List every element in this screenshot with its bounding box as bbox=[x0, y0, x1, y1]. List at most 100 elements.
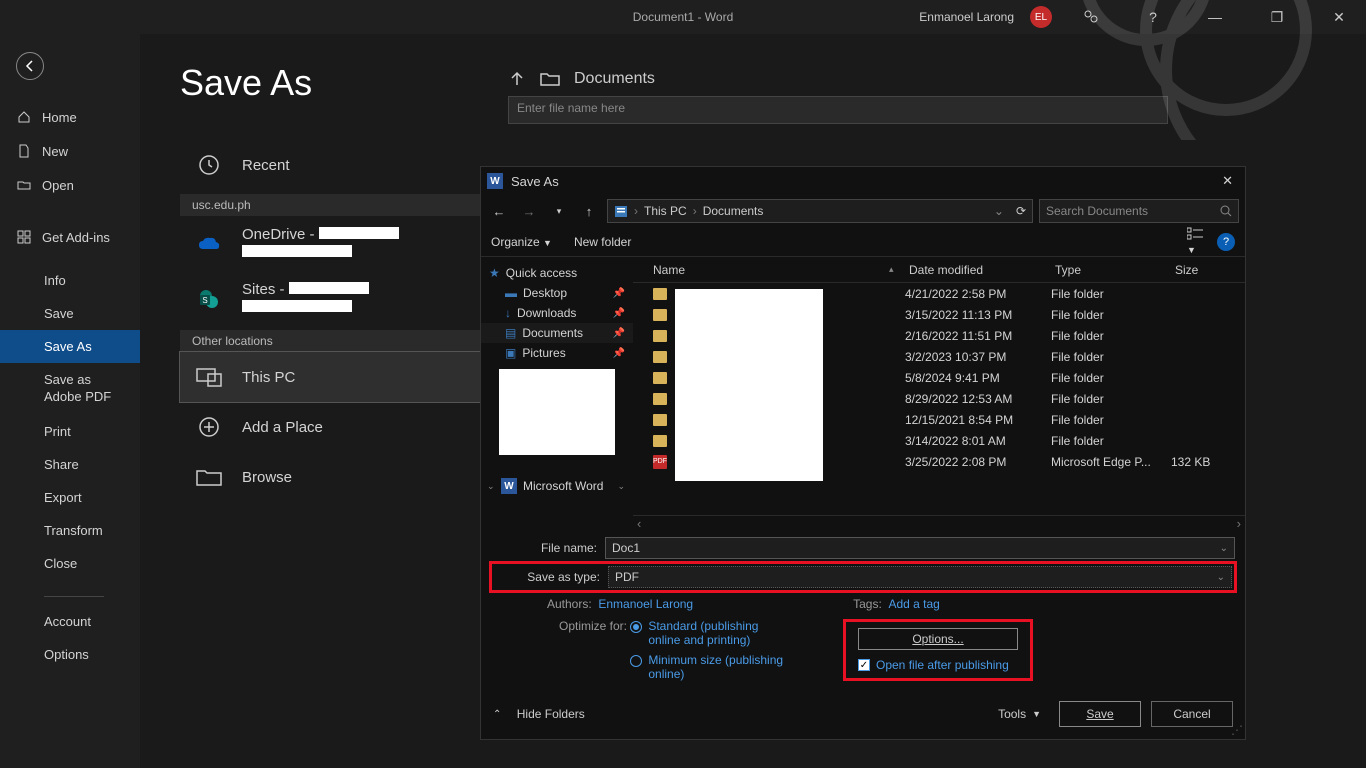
tags-value[interactable]: Add a tag bbox=[888, 597, 939, 611]
nav-new[interactable]: New bbox=[0, 134, 140, 168]
tree-pictures[interactable]: ▣Pictures📌 bbox=[481, 343, 633, 363]
organize-button[interactable]: Organize ▼ bbox=[491, 235, 552, 249]
nav-save-adobe-pdf[interactable]: Save as Adobe PDF bbox=[0, 363, 140, 415]
save-button[interactable]: Save bbox=[1059, 701, 1141, 727]
column-size[interactable]: Size bbox=[1175, 263, 1245, 277]
window-minimize-icon[interactable]: — bbox=[1192, 0, 1238, 34]
nav-label: Save as Adobe PDF bbox=[44, 372, 124, 406]
tree-quick-access[interactable]: ★Quick access bbox=[481, 263, 633, 283]
nav-save[interactable]: Save bbox=[0, 297, 140, 330]
dialog-close-icon[interactable]: ✕ bbox=[1216, 173, 1239, 189]
hide-folders-button[interactable]: ⌃ Hide Folders bbox=[493, 707, 585, 721]
breadcrumb-leaf[interactable]: Documents bbox=[703, 204, 764, 218]
nav-forward-icon[interactable]: → bbox=[517, 199, 541, 223]
column-type[interactable]: Type bbox=[1055, 263, 1175, 277]
tree-label: Downloads bbox=[517, 306, 576, 320]
nav-options[interactable]: Options bbox=[0, 638, 140, 671]
nav-account[interactable]: Account bbox=[0, 605, 140, 638]
tree-pinned-thumbnail[interactable] bbox=[499, 369, 615, 455]
other-locations-header: Other locations bbox=[180, 330, 500, 352]
nav-label: Save As bbox=[44, 339, 92, 354]
nav-label: New bbox=[42, 144, 68, 159]
folder-tree: ★Quick access ▬Desktop📌 ↓Downloads📌 ▤Doc… bbox=[481, 257, 633, 531]
filename-input[interactable]: Enter file name here bbox=[508, 96, 1168, 124]
savetype-field[interactable]: PDF ⌄ bbox=[608, 566, 1232, 588]
tree-microsoft-word[interactable]: ⌄WMicrosoft Word⌄ bbox=[481, 475, 633, 497]
notifications-icon[interactable] bbox=[1068, 0, 1114, 34]
location-sites[interactable]: S Sites - bbox=[180, 271, 500, 326]
addins-icon bbox=[16, 229, 32, 245]
radio-standard[interactable]: Standard (publishing online and printing… bbox=[630, 619, 788, 647]
nav-open[interactable]: Open bbox=[0, 168, 140, 202]
cell-date: 4/21/2022 2:58 PM bbox=[905, 287, 1051, 301]
tree-desktop[interactable]: ▬Desktop📌 bbox=[481, 283, 633, 303]
dialog-help-icon[interactable]: ? bbox=[1217, 233, 1235, 251]
nav-home[interactable]: Home bbox=[0, 100, 140, 134]
user-name[interactable]: Enmanoel Larong bbox=[919, 10, 1014, 24]
cell-type: File folder bbox=[1051, 308, 1171, 322]
cell-date: 2/16/2022 11:51 PM bbox=[905, 329, 1051, 343]
tools-dropdown[interactable]: Tools▼ bbox=[998, 707, 1041, 721]
cancel-button[interactable]: Cancel bbox=[1151, 701, 1233, 727]
nav-info[interactable]: Info bbox=[0, 264, 140, 297]
nav-close[interactable]: Close bbox=[0, 547, 140, 580]
page-title: Save As bbox=[180, 62, 500, 104]
location-this-pc[interactable]: This PC bbox=[180, 352, 500, 402]
location-add-place[interactable]: Add a Place bbox=[180, 402, 500, 452]
breadcrumb-root[interactable]: This PC bbox=[644, 204, 687, 218]
nav-save-as[interactable]: Save As bbox=[0, 330, 140, 363]
chevron-down-icon[interactable]: ⌄ bbox=[994, 204, 1004, 218]
filename-value: Doc1 bbox=[612, 541, 640, 555]
nav-label: Print bbox=[44, 424, 71, 439]
nav-get-addins[interactable]: Get Add-ins bbox=[0, 220, 140, 254]
cell-type: Microsoft Edge P... bbox=[1051, 455, 1171, 469]
resize-grip-icon[interactable]: ⋰ bbox=[1231, 723, 1243, 737]
window-close-icon[interactable]: ✕ bbox=[1316, 0, 1362, 34]
nav-transform[interactable]: Transform bbox=[0, 514, 140, 547]
authors-value[interactable]: Enmanoel Larong bbox=[598, 597, 693, 611]
nav-up-icon[interactable]: ↑ bbox=[577, 199, 601, 223]
options-button[interactable]: Options... bbox=[858, 628, 1018, 650]
savetype-value: PDF bbox=[615, 570, 639, 584]
nav-label: Options bbox=[44, 647, 89, 662]
open-after-checkbox[interactable]: ✓ Open file after publishing bbox=[858, 658, 1018, 672]
location-onedrive[interactable]: OneDrive - bbox=[180, 216, 500, 271]
horizontal-scrollbar[interactable]: ‹› bbox=[633, 515, 1245, 531]
up-arrow-icon[interactable] bbox=[508, 70, 526, 88]
button-label: Hide Folders bbox=[517, 707, 585, 721]
nav-history-icon[interactable]: ▾ bbox=[547, 199, 571, 223]
dialog-titlebar: W Save As ✕ bbox=[481, 167, 1245, 195]
tree-documents[interactable]: ▤Documents📌 bbox=[481, 323, 633, 343]
tree-downloads[interactable]: ↓Downloads📌 bbox=[481, 303, 633, 323]
cell-type: File folder bbox=[1051, 413, 1171, 427]
chevron-down-icon: ⌄ bbox=[487, 481, 495, 492]
location-label: Browse bbox=[242, 469, 292, 486]
location-browse[interactable]: Browse bbox=[180, 452, 500, 502]
cell-date: 3/2/2023 10:37 PM bbox=[905, 350, 1051, 364]
chevron-down-icon[interactable]: ⌄ bbox=[1220, 543, 1228, 554]
address-bar[interactable]: › This PC › Documents ⌄ ⟳ bbox=[607, 199, 1033, 223]
nav-export[interactable]: Export bbox=[0, 481, 140, 514]
word-app-icon: W bbox=[501, 478, 517, 494]
nav-back-icon[interactable]: ← bbox=[487, 199, 511, 223]
nav-share[interactable]: Share bbox=[0, 448, 140, 481]
filename-field[interactable]: Doc1 ⌄ bbox=[605, 537, 1235, 559]
column-date[interactable]: Date modified bbox=[909, 263, 1055, 277]
nav-label: Get Add-ins bbox=[42, 230, 110, 245]
radio-minimum[interactable]: Minimum size (publishing online) bbox=[630, 653, 788, 681]
window-restore-icon[interactable]: ❐ bbox=[1254, 0, 1300, 34]
search-input[interactable]: Search Documents bbox=[1039, 199, 1239, 223]
new-folder-button[interactable]: New folder bbox=[574, 235, 631, 249]
help-icon[interactable]: ? bbox=[1130, 0, 1176, 34]
nav-print[interactable]: Print bbox=[0, 415, 140, 448]
back-button[interactable] bbox=[16, 52, 44, 80]
column-name[interactable]: Name bbox=[633, 263, 889, 277]
pictures-icon: ▣ bbox=[505, 346, 516, 360]
user-avatar[interactable]: EL bbox=[1030, 6, 1052, 28]
radio-icon bbox=[630, 655, 642, 667]
savetype-label: Save as type: bbox=[494, 570, 608, 584]
location-recent[interactable]: Recent bbox=[180, 140, 500, 190]
refresh-icon[interactable]: ⟳ bbox=[1016, 204, 1026, 218]
view-mode-icon[interactable]: ▼ bbox=[1187, 227, 1203, 256]
chevron-down-icon[interactable]: ⌄ bbox=[1217, 572, 1225, 583]
